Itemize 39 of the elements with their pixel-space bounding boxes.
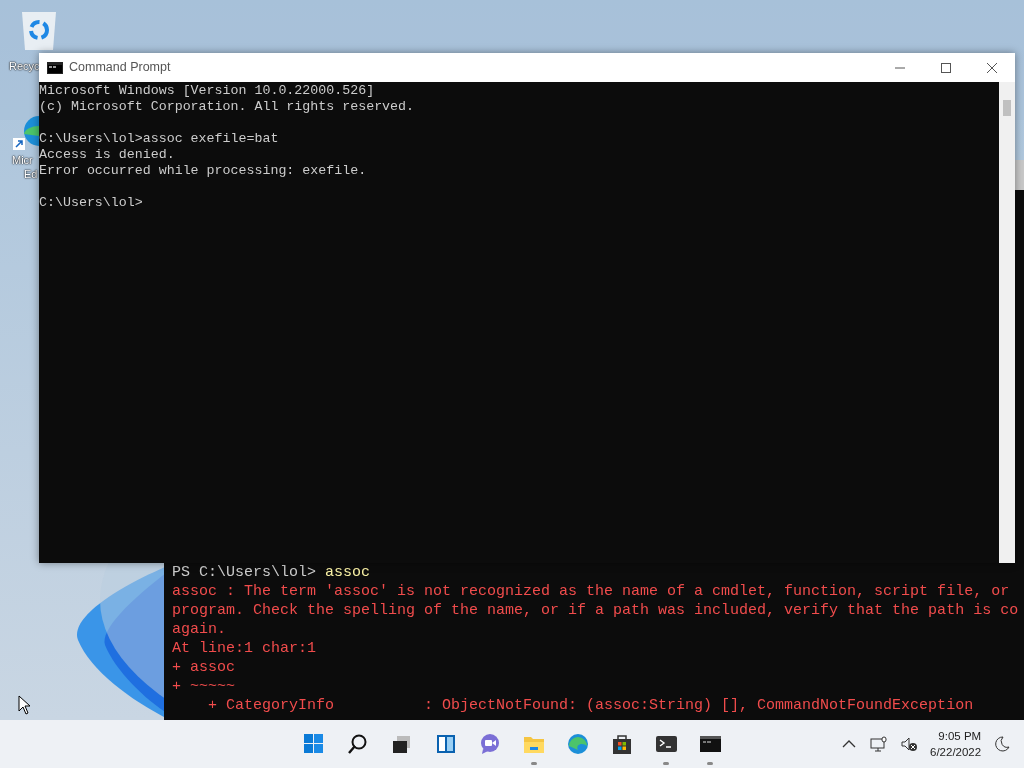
widgets-icon xyxy=(435,733,457,755)
edge-shortcut-icon xyxy=(13,114,39,152)
window-title: Command Prompt xyxy=(69,59,171,77)
edge-icon xyxy=(567,733,589,755)
icon-label: Ed xyxy=(24,168,38,181)
chevron-up-icon xyxy=(842,740,856,748)
terminal-icon xyxy=(655,733,677,755)
icon-label: Recyc xyxy=(9,60,40,73)
console-line: + CategoryInfo : ObjectNotFound: (assoc:String) [], CommandNotFoundException xyxy=(207,696,975,715)
console-line: (c) Microsoft Corporation. All rights reserved. xyxy=(39,99,416,115)
console-line: C:\Users\lol>assoc exefile=bat xyxy=(39,131,280,147)
clock[interactable]: 9:05 PM 6/22/2022 xyxy=(926,728,986,760)
console-icon xyxy=(699,733,721,755)
console-icon xyxy=(47,61,63,74)
console-line: Error occurred while processing: exefile. xyxy=(39,163,368,179)
console-line: PS C:\Users\lol> assoc xyxy=(172,563,372,582)
console-line: Microsoft Windows [Version 10.0.22000.526] xyxy=(39,83,376,99)
store-bag-icon xyxy=(611,733,633,755)
console-line: At line:1 char:1 xyxy=(172,639,318,658)
console-line: + assoc xyxy=(172,658,236,677)
recycle-bin-icon xyxy=(22,12,56,50)
moon-icon xyxy=(994,736,1011,752)
console-line: C:\Users\lol> xyxy=(39,195,144,211)
console-line: assoc : The term 'assoc' is not recognized as the name of a cmdlet, function, script file, or xyxy=(172,582,1011,601)
chat-icon xyxy=(479,733,501,755)
close-icon xyxy=(987,62,997,73)
maximize-icon xyxy=(941,62,951,73)
console-line: program. Check the spelling of the name, or if a path was included, verify that the path is co xyxy=(172,601,1019,620)
pointer-icon xyxy=(18,695,32,715)
console-line: again. xyxy=(172,620,227,639)
windows-logo-icon xyxy=(303,733,325,755)
task-view-icon xyxy=(391,733,413,755)
network-icon xyxy=(870,736,888,752)
search-icon xyxy=(347,733,369,755)
volume-muted-icon xyxy=(900,736,918,752)
scrollbar[interactable] xyxy=(999,82,1015,563)
console-line: Access is denied. xyxy=(39,147,176,163)
console-line: + ~~~~~ xyxy=(172,677,236,696)
icon-label: Micr xyxy=(12,154,33,167)
